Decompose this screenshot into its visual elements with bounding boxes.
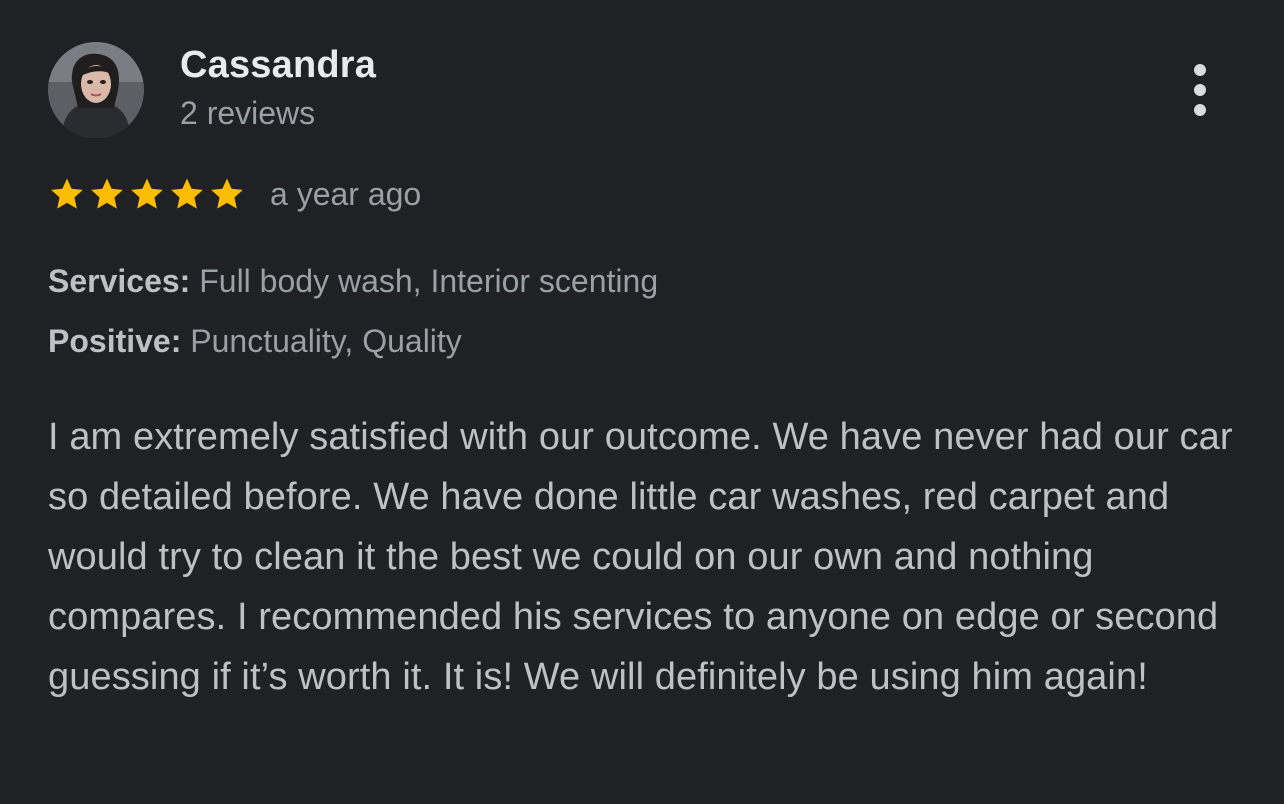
services-line: Services: Full body wash, Interior scent… [48,263,658,300]
star-icon [211,178,243,209]
review-card: Cassandra 2 reviews a year ago Services:… [0,0,1284,804]
star-icon [131,178,163,209]
star-icon [91,178,123,209]
reviewer-review-count[interactable]: 2 reviews [180,95,315,132]
star-icon [171,178,203,209]
star-rating [48,175,246,213]
positive-line: Positive: Punctuality, Quality [48,323,462,360]
review-text: I am extremely satisfied with our outcom… [48,416,1233,698]
services-value: Full body wash, Interior scenting [199,263,659,299]
rating-row: a year ago [48,172,421,216]
star-icon [51,178,83,209]
review-time: a year ago [270,175,422,212]
positive-value: Punctuality, Quality [190,323,462,359]
more-options-button[interactable] [1176,60,1224,120]
user-avatar-photo-icon [48,42,144,138]
more-vert-icon-dot [1194,104,1206,116]
positive-label: Positive: [48,323,182,359]
reviewer-name[interactable]: Cassandra [180,44,376,87]
more-vert-icon-dot [1194,64,1206,76]
services-label: Services: [48,263,191,299]
reviewer-avatar[interactable] [48,42,144,138]
more-vert-icon-dot [1194,84,1206,96]
